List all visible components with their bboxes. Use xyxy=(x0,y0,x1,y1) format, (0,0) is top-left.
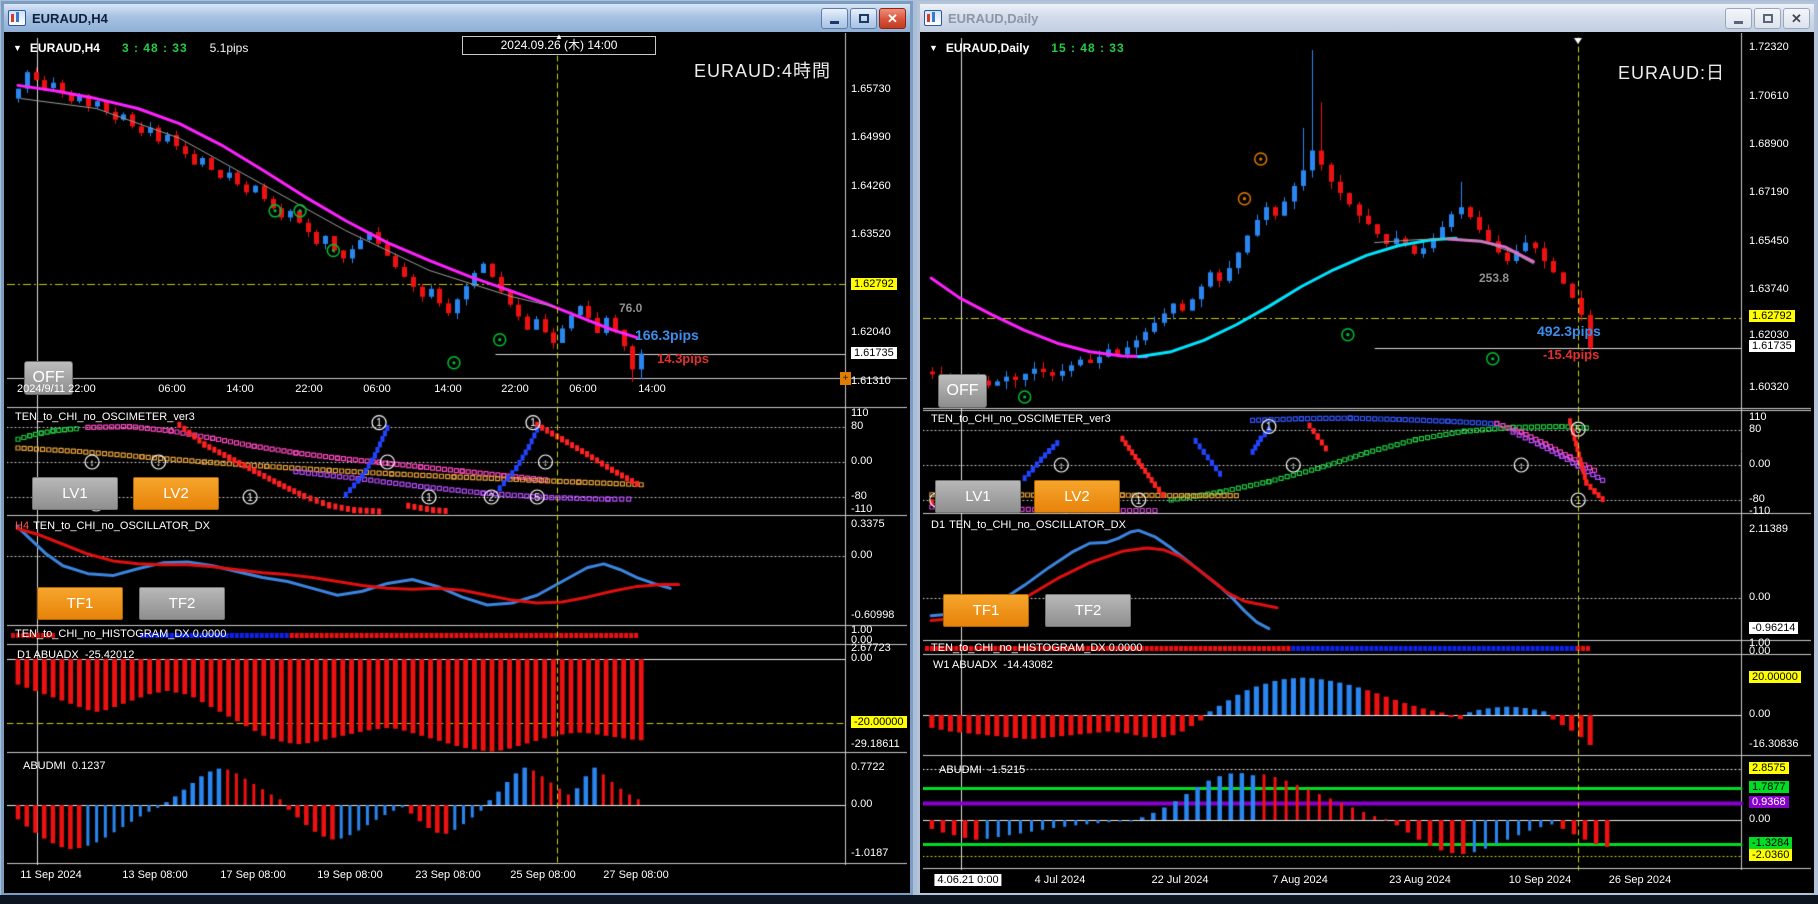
chart-window-euraud-h4: EURAUD,H4 ✕ ▼ EURAUD,H4 3 : 48 : 33 5.1p… xyxy=(1,1,913,896)
minimize-button[interactable] xyxy=(1725,7,1752,29)
maximize-icon xyxy=(1762,13,1773,23)
lv1-button[interactable]: LV1 xyxy=(935,480,1021,513)
chart-icon xyxy=(8,10,26,26)
tf2-button[interactable]: TF2 xyxy=(139,587,225,620)
close-button[interactable]: ✕ xyxy=(879,7,906,29)
chart-content: ▼ EURAUD,Daily 15 : 48 : 33 EURAUD:日 OFF… xyxy=(923,33,1811,890)
lv2-button[interactable]: LV2 xyxy=(1034,480,1120,513)
symbol-dropdown-icon[interactable]: ▼ xyxy=(13,43,22,53)
chart-content: ▼ EURAUD,H4 3 : 48 : 33 5.1pips 2024.09.… xyxy=(7,33,907,890)
off-button[interactable]: OFF xyxy=(24,361,73,395)
window-title: EURAUD,H4 xyxy=(32,10,108,26)
chart-window-euraud-daily: EURAUD,Daily ✕ ▼ EURAUD,Daily 15 : 48 : … xyxy=(917,1,1817,896)
maximize-icon xyxy=(858,13,869,23)
tf1-button[interactable]: TF1 xyxy=(37,587,123,620)
tf2-button[interactable]: TF2 xyxy=(1045,594,1131,627)
app-bottom-edge xyxy=(0,895,1818,904)
tf1-button[interactable]: TF1 xyxy=(943,594,1029,627)
maximize-button[interactable] xyxy=(850,7,877,29)
off-button[interactable]: OFF xyxy=(938,374,987,408)
titlebar[interactable]: EURAUD,H4 ✕ xyxy=(4,4,910,32)
minimize-button[interactable] xyxy=(821,7,848,29)
titlebar[interactable]: EURAUD,Daily ✕ xyxy=(920,4,1814,32)
lv1-button[interactable]: LV1 xyxy=(32,477,118,510)
chart-canvas[interactable] xyxy=(923,33,1811,890)
chart-icon xyxy=(924,10,942,26)
maximize-button[interactable] xyxy=(1754,7,1781,29)
symbol-dropdown-icon[interactable]: ▼ xyxy=(929,43,938,53)
chart-canvas[interactable] xyxy=(7,33,907,890)
lv2-button[interactable]: LV2 xyxy=(133,477,219,510)
window-title: EURAUD,Daily xyxy=(948,10,1039,26)
minimize-icon xyxy=(1734,20,1743,24)
close-button[interactable]: ✕ xyxy=(1783,7,1810,29)
close-icon: ✕ xyxy=(887,10,898,26)
close-icon: ✕ xyxy=(1791,10,1802,26)
minimize-icon xyxy=(830,20,839,24)
